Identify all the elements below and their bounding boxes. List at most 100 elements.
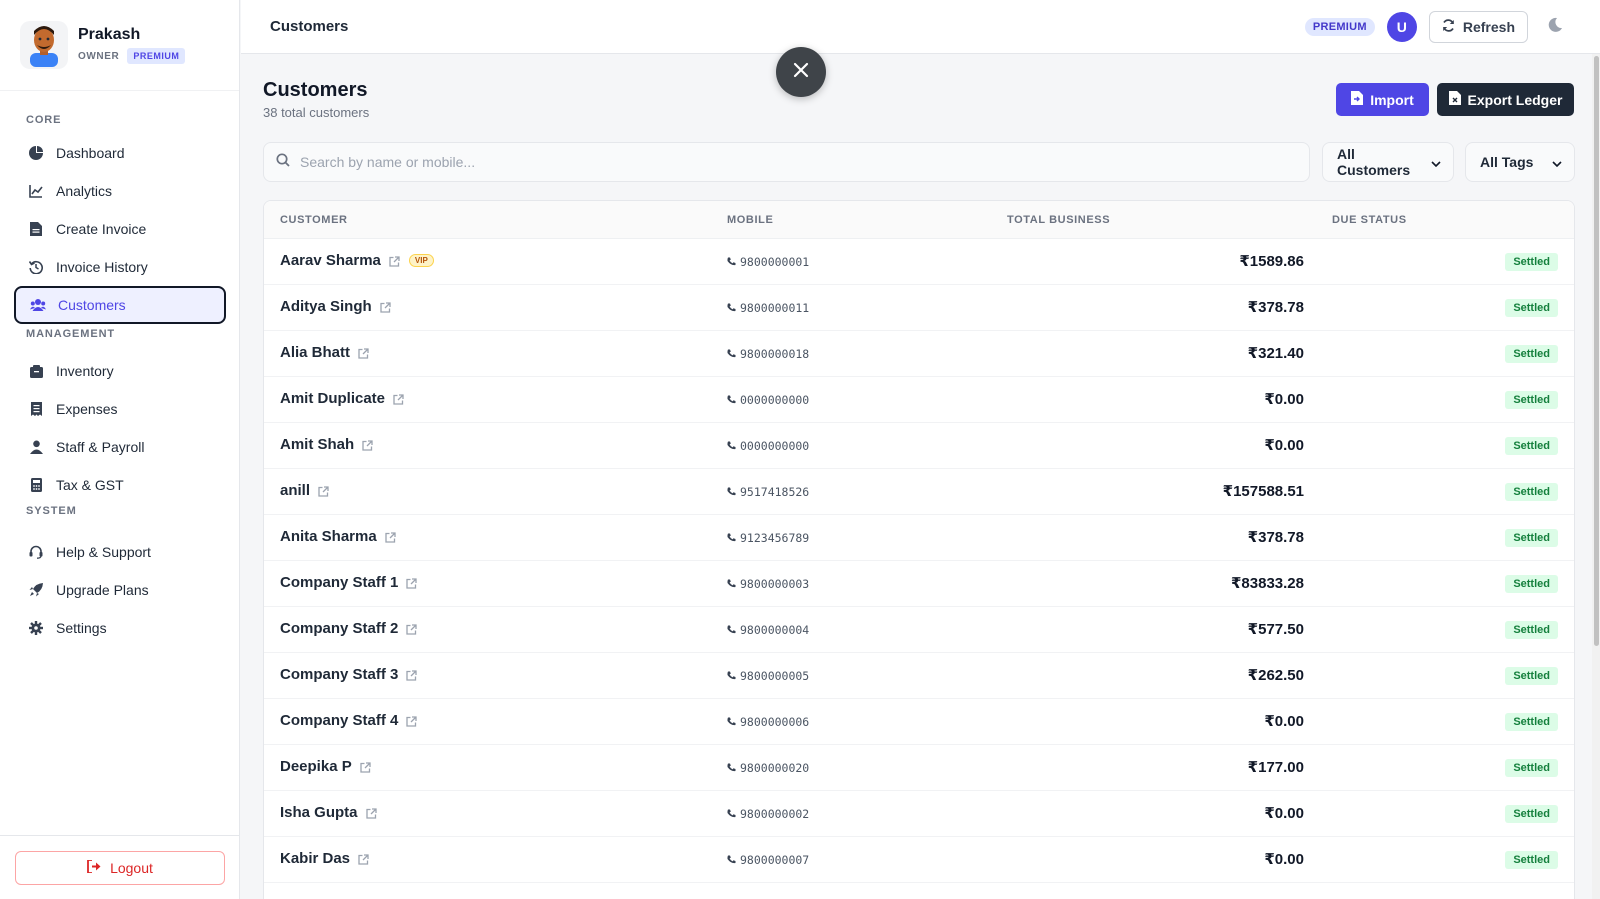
export-label: Export Ledger [1467,91,1563,108]
table-row[interactable]: Isha Gupta 9800000002 ₹0.00 Settled [264,791,1574,837]
sidebar-item-upgrade-plans[interactable]: Upgrade Plans [14,571,226,609]
customer-name-link[interactable]: Amit Duplicate [280,390,405,407]
customer-name: Company Staff 2 [280,620,399,637]
customer-mobile: 9800000003 [727,577,809,591]
sidebar-item-analytics[interactable]: Analytics [14,172,226,210]
table-row[interactable]: Alia Bhatt 9800000018 ₹321.40 Settled [264,331,1574,377]
customer-name-link[interactable]: Company Staff 2 [280,620,418,637]
sidebar-item-expenses[interactable]: Expenses [14,390,226,428]
sidebar-item-inventory[interactable]: Inventory [14,352,226,390]
external-link-icon[interactable] [318,486,330,498]
phone-icon [727,623,736,637]
section-label-management: MANAGEMENT [26,328,116,340]
external-link-icon[interactable] [358,348,370,360]
external-link-icon[interactable] [406,670,418,682]
sidebar-item-dashboard[interactable]: Dashboard [14,134,226,172]
sidebar-item-label: Create Invoice [56,221,147,237]
refresh-button[interactable]: Refresh [1428,11,1528,43]
chevron-down-icon [1552,154,1562,170]
external-link-icon[interactable] [358,854,370,866]
table-row[interactable]: Company Staff 2 9800000004 ₹577.50 Settl… [264,607,1574,653]
scrollbar-thumb[interactable] [1594,56,1599,646]
customer-mobile: 9800000006 [727,715,809,729]
phone-icon [727,393,736,407]
table-row[interactable]: Company Staff 3 9800000005 ₹262.50 Settl… [264,653,1574,699]
external-link-icon[interactable] [393,394,405,406]
customer-name-link[interactable]: Alia Bhatt [280,344,370,361]
customer-count: 38 total customers [263,105,370,120]
headset-icon [28,544,44,560]
logout-button[interactable]: Logout [15,850,225,885]
external-link-icon[interactable] [406,624,418,636]
customer-name-link[interactable]: anill [280,482,330,499]
mobile-number: 9800000007 [740,853,810,867]
customer-name-link[interactable]: Company Staff 3 [280,666,418,683]
import-label: Import [1370,91,1414,108]
table-row[interactable]: Company Staff 1 9800000003 ₹83833.28 Set… [264,561,1574,607]
phone-icon [727,807,736,821]
close-overlay-button[interactable] [776,47,826,97]
status-badge: Settled [1505,253,1558,271]
status-badge: Settled [1505,529,1558,547]
sidebar-item-staff-payroll[interactable]: Staff & Payroll [14,428,226,466]
sidebar-item-create-invoice[interactable]: Create Invoice [14,210,226,248]
table-row[interactable]: anill 9517418526 ₹157588.51 Settled [264,469,1574,515]
table-row[interactable]: Company Staff 4 9800000006 ₹0.00 Settled [264,699,1574,745]
dark-mode-toggle[interactable] [1540,17,1570,38]
search-input[interactable] [300,154,1282,170]
customer-mobile: 9800000011 [727,301,809,315]
sidebar-item-tax-gst[interactable]: Tax & GST [14,466,226,504]
file-export-icon [1448,91,1461,108]
table-body: Aarav Sharma VIP 9800000001 ₹1589.86 Set… [264,239,1574,883]
sidebar-item-label: Help & Support [56,544,151,560]
customer-mobile: 9123456789 [727,531,809,545]
phone-icon [727,669,736,683]
sidebar-item-help-support[interactable]: Help & Support [14,533,226,571]
sidebar-item-label: Inventory [56,363,114,379]
customer-name-link[interactable]: Company Staff 1 [280,574,418,591]
sidebar-item-customers[interactable]: Customers [14,286,226,324]
customer-filter-select[interactable]: All Customers [1322,142,1454,182]
status-badge: Settled [1505,759,1558,777]
external-link-icon[interactable] [389,256,401,268]
export-ledger-button[interactable]: Export Ledger [1437,83,1574,116]
table-row[interactable]: Deepika P 9800000020 ₹177.00 Settled [264,745,1574,791]
table-row[interactable]: Amit Duplicate 0000000000 ₹0.00 Settled [264,377,1574,423]
tags-filter-value: All Tags [1480,154,1534,170]
user-avatar-button[interactable]: U [1386,12,1417,42]
logout-icon [87,858,102,876]
customer-name-link[interactable]: Deepika P [280,758,372,775]
external-link-icon[interactable] [362,440,374,452]
customer-name-link[interactable]: Company Staff 4 [280,712,418,729]
import-button[interactable]: Import [1336,83,1429,116]
sidebar: Prakash OWNER PREMIUM CORE Dashboard Ana… [0,0,240,899]
customer-name-link[interactable]: Anita Sharma [280,528,397,545]
table-row[interactable]: Amit Shah 0000000000 ₹0.00 Settled [264,423,1574,469]
status-badge: Settled [1505,805,1558,823]
moon-icon [1547,17,1563,38]
table-row[interactable]: Aditya Singh 9800000011 ₹378.78 Settled [264,285,1574,331]
customer-name-link[interactable]: Isha Gupta [280,804,378,821]
sidebar-item-invoice-history[interactable]: Invoice History [14,248,226,286]
file-icon [28,221,44,237]
topbar-title: Customers [270,18,349,35]
table-row[interactable]: Aarav Sharma VIP 9800000001 ₹1589.86 Set… [264,239,1574,285]
external-link-icon[interactable] [406,578,418,590]
total-business-amount: ₹321.40 [1247,345,1304,362]
customer-name-link[interactable]: Aditya Singh [280,298,392,315]
phone-icon [727,485,736,499]
external-link-icon[interactable] [365,808,378,820]
table-row[interactable]: Kabir Das 9800000007 ₹0.00 Settled [264,837,1574,883]
premium-badge: PREMIUM [1304,18,1375,36]
avatar[interactable] [20,21,68,69]
customer-name-link[interactable]: Kabir Das [280,850,370,867]
external-link-icon[interactable] [380,302,392,314]
customer-name-link[interactable]: Aarav Sharma VIP [280,252,434,269]
external-link-icon[interactable] [360,762,372,774]
external-link-icon[interactable] [406,716,418,728]
customer-name-link[interactable]: Amit Shah [280,436,374,453]
sidebar-item-settings[interactable]: Settings [14,609,226,647]
table-row[interactable]: Anita Sharma 9123456789 ₹378.78 Settled [264,515,1574,561]
external-link-icon[interactable] [385,532,397,544]
tags-filter-select[interactable]: All Tags [1465,142,1575,182]
